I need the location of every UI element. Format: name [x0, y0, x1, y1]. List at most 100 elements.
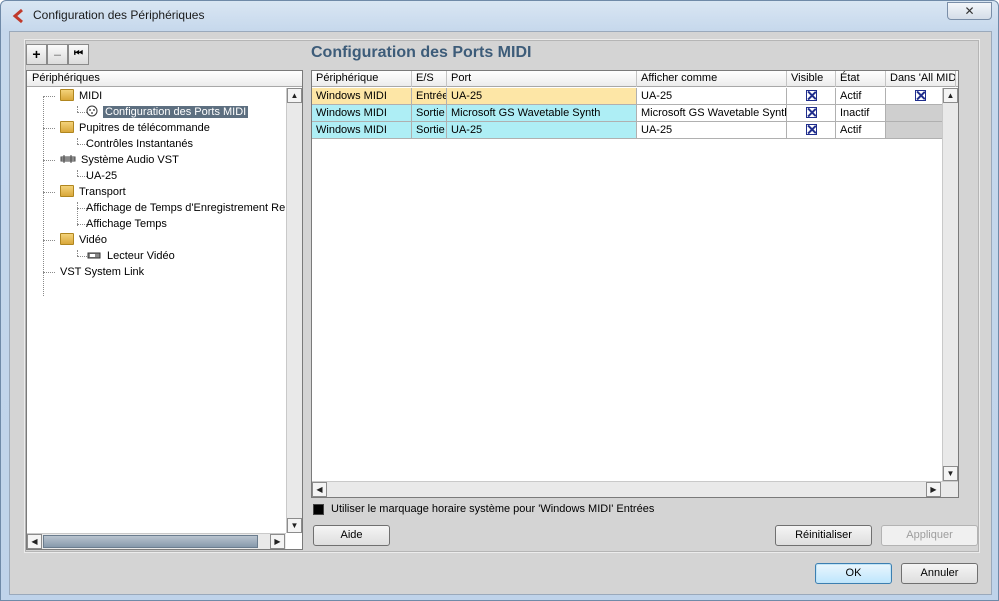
- tree-item-record-time-display[interactable]: Affichage de Temps d'Enregistrement Rest…: [86, 200, 285, 216]
- cell-port: UA-25: [447, 122, 637, 139]
- visible-checkbox[interactable]: [805, 124, 817, 135]
- column-header-device[interactable]: Périphérique: [312, 71, 412, 87]
- tree-header: Périphériques: [27, 71, 302, 87]
- tree-vertical-scrollbar[interactable]: ▲ ▼: [286, 88, 302, 533]
- tree-item-vst-audio-system[interactable]: Système Audio VST: [60, 152, 179, 168]
- folder-icon: [60, 233, 74, 245]
- table-vertical-scrollbar[interactable]: ▲ ▼: [942, 88, 958, 481]
- tree-item-label: Lecteur Vidéo: [107, 250, 175, 262]
- folder-icon: [60, 89, 74, 101]
- tree-item-label: Affichage Temps: [86, 218, 167, 230]
- tree-item-label: Vidéo: [79, 234, 107, 246]
- scroll-right-arrow-icon[interactable]: ▶: [270, 534, 285, 549]
- cubase-logo-icon: [12, 8, 23, 24]
- tree-item-transport[interactable]: Transport: [60, 184, 126, 200]
- tree-item-label: Système Audio VST: [81, 154, 179, 166]
- scroll-down-arrow-icon[interactable]: ▼: [943, 466, 958, 481]
- tree-scroll-thumb[interactable]: [43, 535, 258, 548]
- column-header-visible[interactable]: Visible: [787, 71, 836, 87]
- apply-button[interactable]: Appliquer: [881, 525, 978, 546]
- tree-item-video-player[interactable]: Lecteur Vidéo: [86, 248, 175, 264]
- window-title: Configuration des Périphériques: [33, 8, 205, 22]
- help-button[interactable]: Aide: [313, 525, 390, 546]
- cell-visible: [787, 122, 836, 139]
- add-device-button[interactable]: +: [26, 44, 47, 65]
- table-row[interactable]: Windows MIDI Entrée UA-25 UA-25 Actif: [312, 88, 958, 105]
- cell-io: Sortie: [412, 105, 447, 122]
- tree-horizontal-scrollbar[interactable]: ◀ ▶: [27, 533, 286, 549]
- close-button[interactable]: ✕: [947, 2, 992, 20]
- tree-item-quick-controls[interactable]: Contrôles Instantanés: [86, 136, 193, 152]
- table-horizontal-scrollbar[interactable]: ◀ ▶: [312, 481, 958, 497]
- table-header: Périphérique E/S Port Afficher comme Vis…: [312, 71, 958, 87]
- cell-show-as[interactable]: UA-25: [637, 88, 787, 105]
- system-timestamp-label: Utiliser le marquage horaire système pou…: [331, 503, 655, 515]
- column-header-io[interactable]: E/S: [412, 71, 447, 87]
- cell-visible: [787, 88, 836, 105]
- cell-device: Windows MIDI: [312, 105, 412, 122]
- audio-card-icon: [60, 155, 76, 163]
- ok-button[interactable]: OK: [815, 563, 892, 584]
- cell-state: Actif: [836, 88, 886, 105]
- cell-show-as[interactable]: UA-25: [637, 122, 787, 139]
- page-title: Configuration des Ports MIDI: [311, 44, 532, 61]
- cell-io: Entrée: [412, 88, 447, 105]
- tree-item-vst-system-link[interactable]: VST System Link: [60, 264, 144, 280]
- cell-show-as[interactable]: Microsoft GS Wavetable Synth: [637, 105, 787, 122]
- column-header-port[interactable]: Port: [447, 71, 637, 87]
- tree-item-label: Affichage de Temps d'Enregistrement Rest…: [86, 202, 285, 214]
- remove-device-button[interactable]: –: [47, 44, 68, 65]
- scroll-down-arrow-icon[interactable]: ▼: [287, 518, 302, 533]
- tree-body: MIDI Configuration des Ports MIDI Pupitr…: [27, 88, 285, 533]
- tree-item-midi-port-setup[interactable]: Configuration des Ports MIDI: [86, 104, 249, 120]
- tree-toolbar: + – ⏮: [26, 44, 89, 66]
- reset-device-button[interactable]: ⏮: [68, 44, 89, 65]
- tree-item-midi[interactable]: MIDI: [60, 88, 102, 104]
- tree-item-remote-devices[interactable]: Pupitres de télécommande: [60, 120, 210, 136]
- cancel-button[interactable]: Annuler: [901, 563, 978, 584]
- tree-item-video[interactable]: Vidéo: [60, 232, 107, 248]
- visible-checkbox[interactable]: [805, 90, 817, 101]
- cell-port: UA-25: [447, 88, 637, 105]
- cell-device: Windows MIDI: [312, 122, 412, 139]
- column-header-in-all-midi[interactable]: Dans 'All MIDI': [886, 71, 956, 87]
- reset-button[interactable]: Réinitialiser: [775, 525, 872, 546]
- cell-io: Sortie: [412, 122, 447, 139]
- midi-port-icon: [86, 105, 98, 117]
- scroll-left-arrow-icon[interactable]: ◀: [312, 482, 327, 497]
- cell-port: Microsoft GS Wavetable Synth: [447, 105, 637, 122]
- tree-item-label: Configuration des Ports MIDI: [103, 106, 249, 118]
- dialog-window: Configuration des Périphériques ✕ + – ⏮ …: [0, 0, 999, 601]
- visible-checkbox[interactable]: [805, 107, 817, 118]
- cell-state: Actif: [836, 122, 886, 139]
- cell-state: Inactif: [836, 105, 886, 122]
- device-tree: Périphériques MIDI Configuration des Por…: [26, 70, 303, 550]
- system-timestamp-checkbox[interactable]: [313, 504, 324, 515]
- cell-device: Windows MIDI: [312, 88, 412, 105]
- tree-item-label: UA-25: [86, 170, 118, 182]
- dialog-client-area: + – ⏮ Périphériques MIDI Configuration d…: [9, 31, 992, 595]
- scroll-left-arrow-icon[interactable]: ◀: [27, 534, 42, 549]
- table-row[interactable]: Windows MIDI Sortie Microsoft GS Wavetab…: [312, 105, 958, 122]
- folder-icon: [60, 121, 74, 133]
- scroll-up-arrow-icon[interactable]: ▲: [287, 88, 302, 103]
- scroll-up-arrow-icon[interactable]: ▲: [943, 88, 958, 103]
- close-icon: ✕: [964, 4, 975, 18]
- midi-ports-table: Périphérique E/S Port Afficher comme Vis…: [311, 70, 959, 498]
- table-row[interactable]: Windows MIDI Sortie UA-25 UA-25 Actif: [312, 122, 958, 139]
- tree-item-label: VST System Link: [60, 266, 145, 278]
- folder-icon: [60, 185, 74, 197]
- skip-back-icon: ⏮: [74, 48, 83, 59]
- cell-visible: [787, 105, 836, 122]
- tree-item-label: Contrôles Instantanés: [86, 138, 194, 150]
- title-bar: Configuration des Périphériques ✕: [1, 1, 998, 31]
- tree-item-time-display[interactable]: Affichage Temps: [86, 216, 167, 232]
- all-midi-checkbox[interactable]: [915, 90, 926, 101]
- tree-item-label: Transport: [79, 186, 126, 198]
- column-header-show-as[interactable]: Afficher comme: [637, 71, 787, 87]
- video-player-icon: [87, 252, 101, 259]
- column-header-state[interactable]: État: [836, 71, 886, 87]
- tree-item-ua25[interactable]: UA-25: [86, 168, 117, 184]
- scroll-right-arrow-icon[interactable]: ▶: [926, 482, 941, 497]
- tree-item-label: Pupitres de télécommande: [79, 122, 210, 134]
